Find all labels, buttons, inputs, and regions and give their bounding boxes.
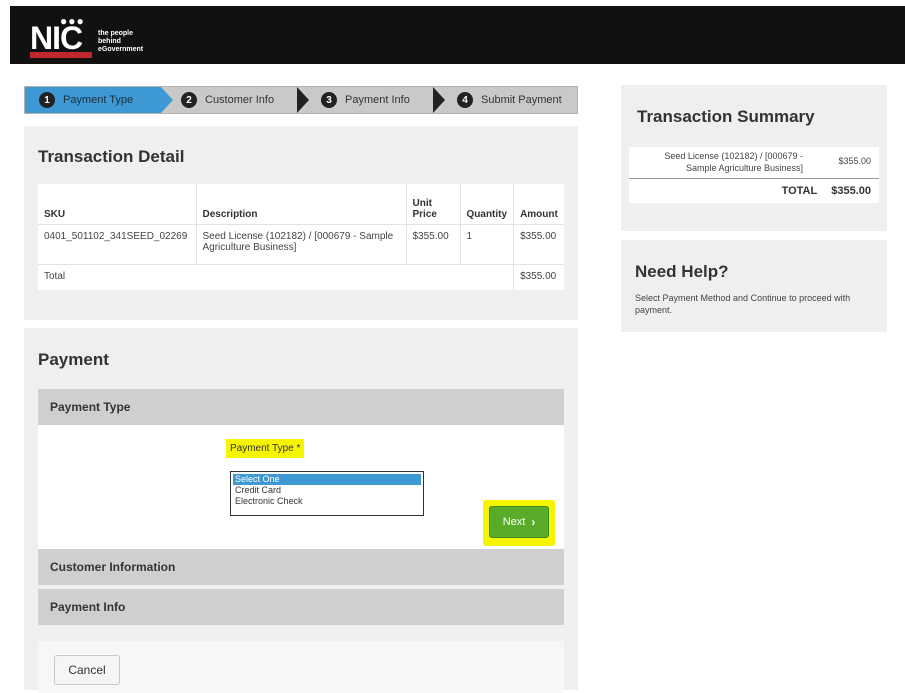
summary-total-label: TOTAL bbox=[781, 185, 818, 197]
step-number: 1 bbox=[39, 92, 55, 108]
need-help-title: Need Help? bbox=[635, 262, 729, 281]
table-header-row: SKU Description Unit Price Quantity Amou… bbox=[38, 184, 564, 225]
column-header-quantity: Quantity bbox=[460, 184, 515, 225]
summary-total-row: TOTAL $355.00 bbox=[629, 179, 879, 203]
payment-type-select[interactable]: Select One Credit Card Electronic Check bbox=[230, 471, 424, 516]
cell-description: Seed License (102182) / [000679 - Sample… bbox=[196, 224, 407, 265]
cancel-button[interactable]: Cancel bbox=[54, 655, 120, 685]
accordion-customer-information[interactable]: Customer Information bbox=[38, 549, 564, 585]
transaction-detail-panel: Transaction Detail SKU Description Unit … bbox=[24, 126, 578, 320]
step-label: Payment Type bbox=[63, 94, 134, 106]
step-label: Payment Info bbox=[345, 94, 410, 106]
cell-sku: 0401_501102_341SEED_02269 bbox=[38, 224, 197, 265]
step-payment-info[interactable]: 3 Payment Info bbox=[317, 87, 435, 113]
cell-amount: $355.00 bbox=[513, 224, 564, 265]
total-label: Total bbox=[38, 264, 515, 290]
logo-tagline: the people behind eGovernment bbox=[98, 30, 144, 53]
column-header-amount: Amount bbox=[513, 184, 564, 225]
summary-item-row: Seed License (102182) / [000679 - Sample… bbox=[629, 147, 879, 179]
summary-item-amount: $355.00 bbox=[838, 156, 871, 166]
option-credit-card[interactable]: Credit Card bbox=[231, 485, 423, 496]
logo-band bbox=[30, 52, 92, 58]
next-button-highlight: Next › bbox=[483, 500, 555, 546]
table-row: 0401_501102_341SEED_02269 Seed License (… bbox=[38, 224, 564, 265]
table-total-row: Total $355.00 bbox=[38, 264, 564, 290]
column-header-sku: SKU bbox=[38, 184, 197, 225]
nic-logo[interactable]: ●●● NIC the people behind eGovernment bbox=[30, 14, 170, 58]
step-label: Submit Payment bbox=[481, 94, 562, 106]
payment-panel: Payment Payment Type Payment Type * Sele… bbox=[24, 328, 578, 693]
summary-item-description: Seed License (102182) / [000679 - Sample… bbox=[664, 151, 803, 173]
transaction-detail-title: Transaction Detail bbox=[38, 147, 185, 166]
transaction-detail-table: SKU Description Unit Price Quantity Amou… bbox=[38, 184, 564, 290]
step-number: 3 bbox=[321, 92, 337, 108]
step-separator-icon bbox=[161, 87, 173, 113]
column-header-description: Description bbox=[196, 184, 407, 225]
need-help-text: Select Payment Method and Continue to pr… bbox=[635, 293, 851, 315]
summary-total-amount: $355.00 bbox=[831, 185, 871, 197]
payment-title: Payment bbox=[38, 350, 109, 369]
need-help-panel: Need Help? Select Payment Method and Con… bbox=[621, 240, 887, 332]
summary-table: Seed License (102182) / [000679 - Sample… bbox=[629, 147, 879, 203]
payment-type-label: Payment Type * bbox=[226, 439, 305, 458]
transaction-summary-panel: Transaction Summary Seed License (102182… bbox=[621, 85, 887, 231]
progress-steps: 1 Payment Type 2 Customer Info 3 Payment… bbox=[24, 86, 578, 114]
step-label: Customer Info bbox=[205, 94, 275, 106]
step-number: 4 bbox=[457, 92, 473, 108]
option-select-one[interactable]: Select One bbox=[233, 474, 421, 485]
payment-type-body: Payment Type * Select One Credit Card El… bbox=[38, 425, 564, 549]
step-customer-info[interactable]: 2 Customer Info bbox=[177, 87, 297, 113]
chevron-right-icon: › bbox=[531, 515, 536, 529]
form-actions: Cancel bbox=[38, 641, 564, 693]
step-separator-icon bbox=[433, 87, 445, 113]
option-electronic-check[interactable]: Electronic Check bbox=[231, 496, 423, 507]
transaction-summary-title: Transaction Summary bbox=[637, 107, 815, 126]
step-submit-payment[interactable]: 4 Submit Payment bbox=[453, 87, 577, 113]
step-separator-icon bbox=[297, 87, 309, 113]
accordion-payment-info[interactable]: Payment Info bbox=[38, 589, 564, 625]
total-amount: $355.00 bbox=[520, 270, 557, 282]
cell-quantity: 1 bbox=[460, 224, 515, 265]
cell-unit-price: $355.00 bbox=[406, 224, 461, 265]
column-header-unit-price: Unit Price bbox=[406, 184, 461, 225]
site-header: ●●● NIC the people behind eGovernment bbox=[10, 6, 905, 64]
next-button[interactable]: Next › bbox=[489, 506, 549, 538]
step-payment-type[interactable]: 1 Payment Type bbox=[25, 87, 161, 113]
step-number: 2 bbox=[181, 92, 197, 108]
next-label: Next bbox=[502, 516, 526, 528]
accordion-payment-type[interactable]: Payment Type bbox=[38, 389, 564, 425]
